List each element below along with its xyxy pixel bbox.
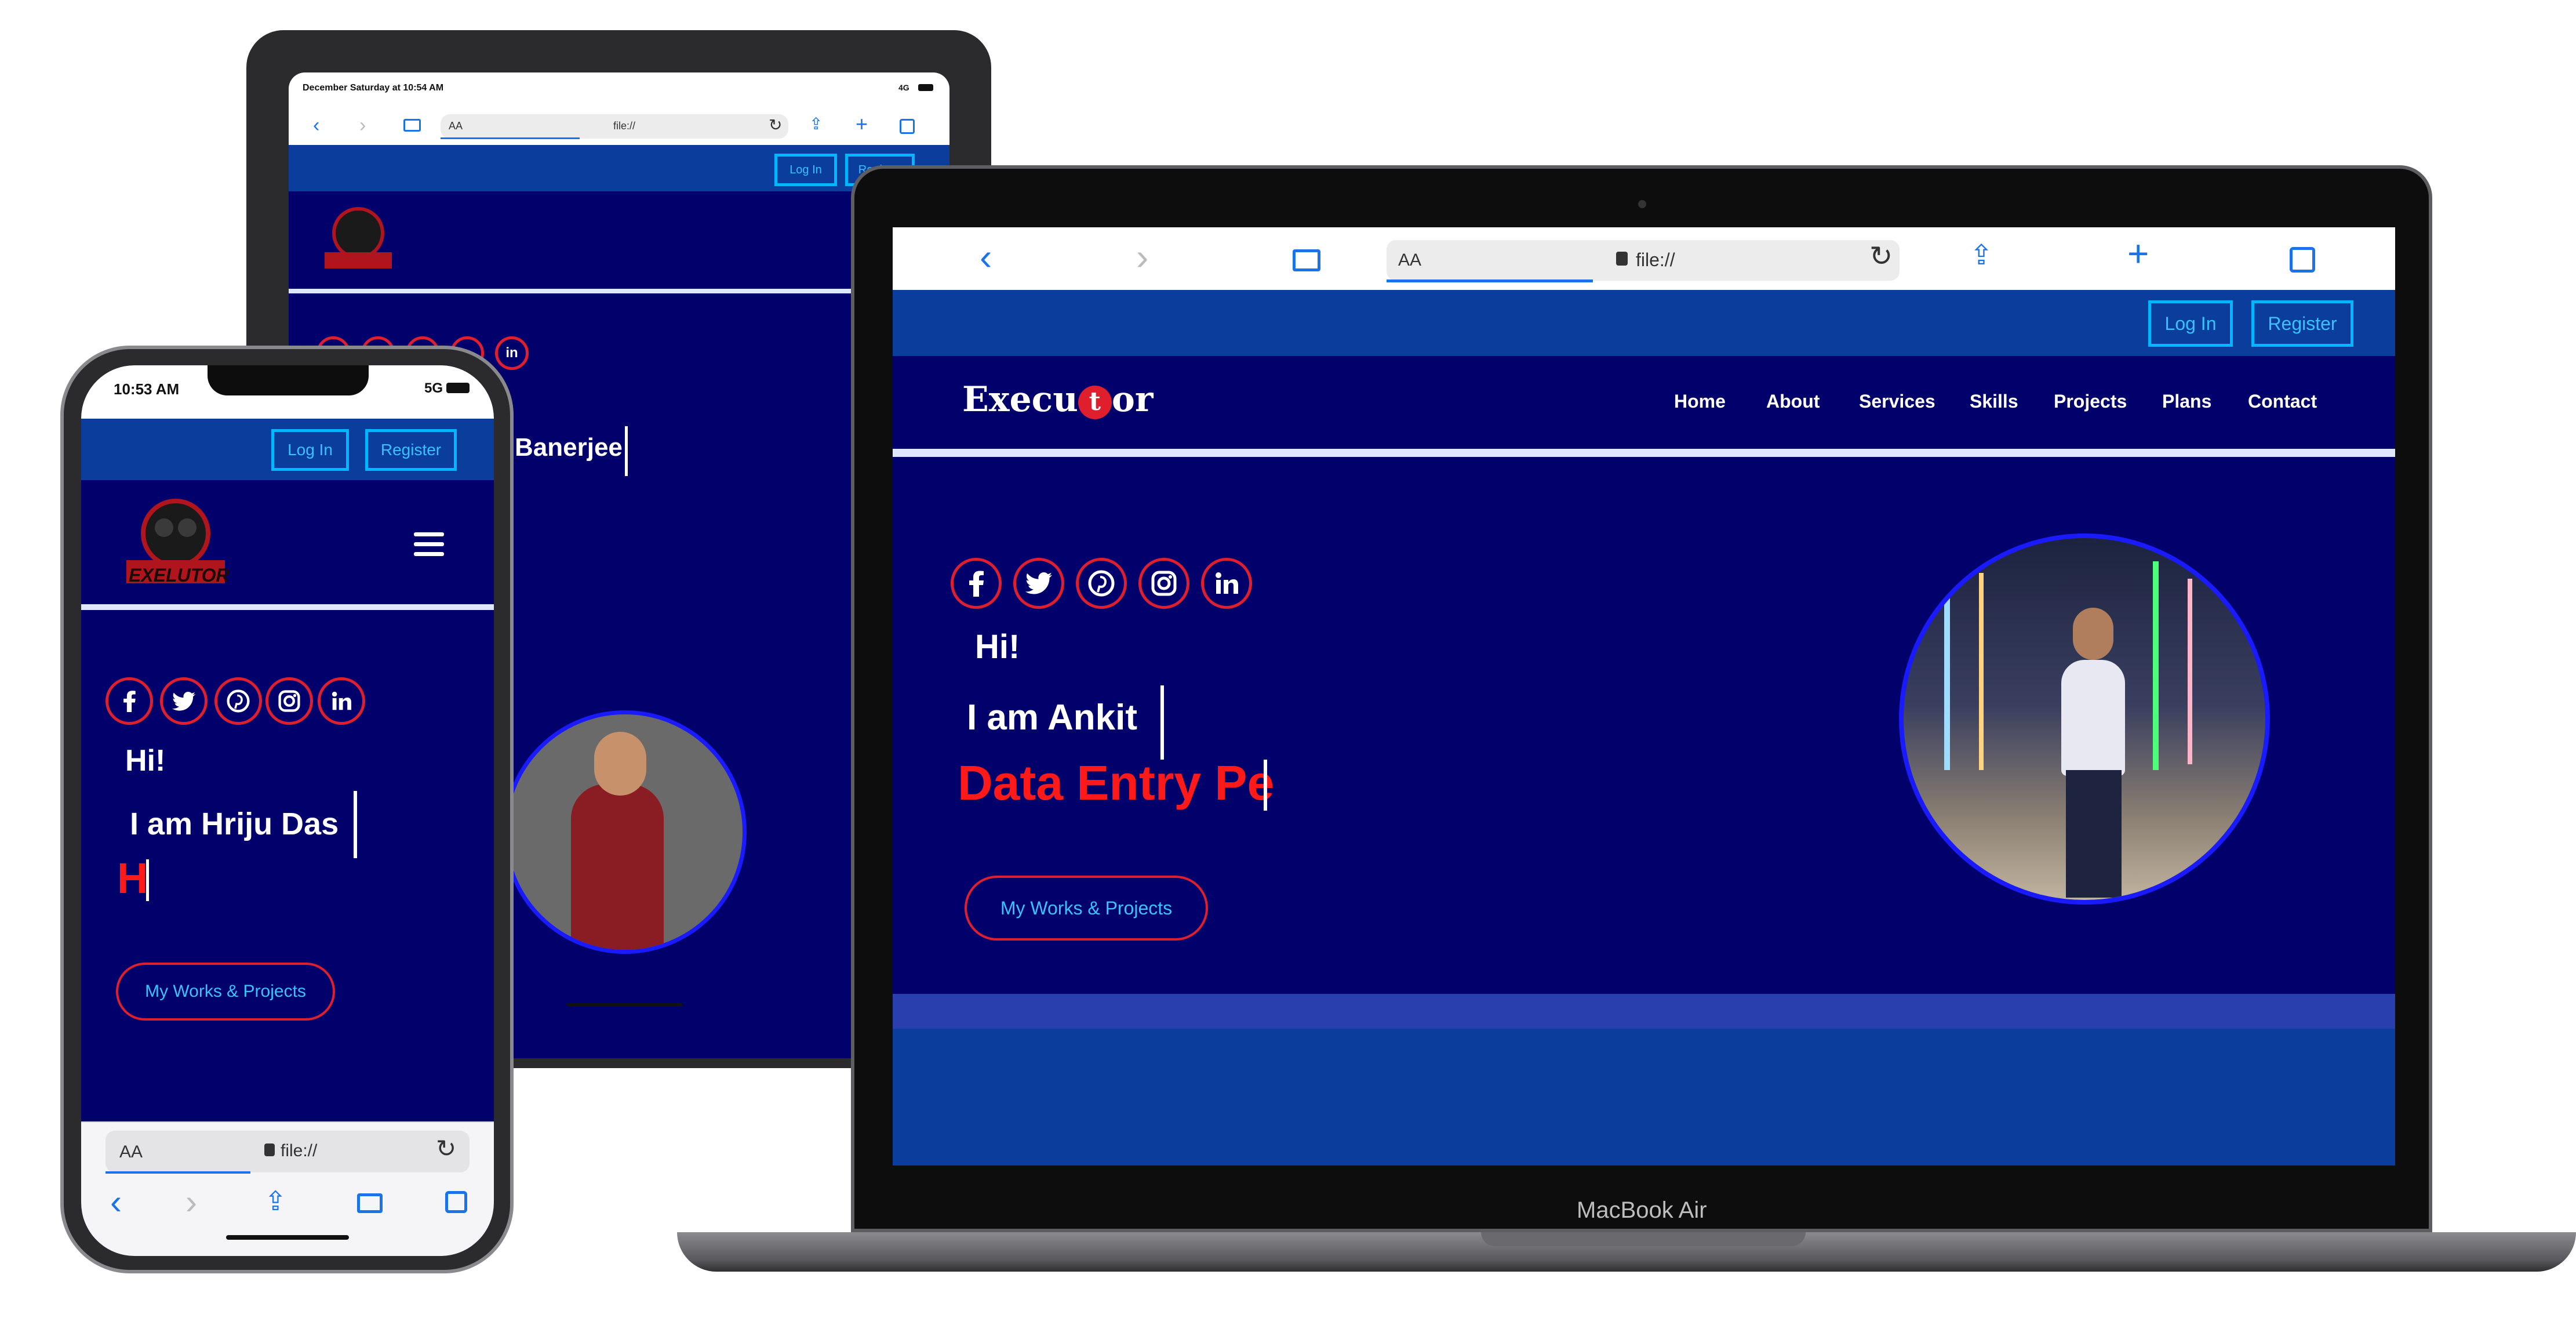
nav-services[interactable]: Services	[1859, 391, 1935, 412]
phone-works-button[interactable]: My Works & Projects	[116, 963, 335, 1021]
new-tab-icon[interactable]: +	[856, 112, 868, 136]
laptop-typing-text: Data Entry Pe	[958, 756, 1275, 810]
phone-back-icon[interactable]: ‹	[110, 1182, 122, 1222]
tabs-icon[interactable]	[900, 119, 915, 134]
laptop-lock-icon	[1616, 252, 1628, 266]
phone-reload-icon[interactable]: ↻	[436, 1134, 456, 1163]
share-icon[interactable]: ⇪	[809, 114, 823, 133]
nav-projects[interactable]: Projects	[2054, 391, 2127, 412]
phone-logo-text: EXELUTOR	[129, 565, 230, 586]
laptop-screen: ‹ › AA file:// ↻ ⇪ + Log In Register Exe…	[893, 227, 2395, 1166]
tablet-profile-photo	[503, 710, 747, 954]
laptop-brand[interactable]: Execu t or	[962, 379, 1153, 420]
laptop-pinterest-icon[interactable]	[1076, 558, 1127, 609]
laptop-profile-photo	[1899, 533, 2270, 905]
phone-screen: 10:53 AM 5G Log In Register EXELUTOR Hi!…	[81, 365, 494, 1256]
forward-icon[interactable]: ›	[359, 114, 366, 137]
phone-tabs-icon[interactable]	[445, 1191, 467, 1213]
laptop-camera	[1638, 200, 1646, 208]
laptop-url-text: file://	[1636, 249, 1675, 270]
phone-url-text: file://	[281, 1141, 318, 1160]
phone-forward-icon[interactable]: ›	[185, 1182, 197, 1222]
phone-aa[interactable]: AA	[119, 1142, 143, 1162]
brand-text-start: Execu	[962, 379, 1078, 420]
phone-lock-icon	[264, 1143, 275, 1156]
phone-instagram-icon[interactable]	[265, 677, 313, 725]
back-icon[interactable]: ‹	[313, 114, 319, 137]
laptop-instagram-icon[interactable]	[1138, 558, 1189, 609]
phone-twitter-icon[interactable]	[160, 677, 208, 725]
phone-status-time: 10:53 AM	[114, 380, 180, 398]
phone-linkedin-icon[interactable]	[318, 677, 365, 725]
laptop-linkedin-icon[interactable]	[1201, 558, 1252, 609]
phone-login-button[interactable]: Log In	[271, 429, 349, 471]
nav-skills[interactable]: Skills	[1970, 391, 2018, 412]
tablet-linkedin-icon[interactable]: in	[495, 336, 529, 370]
laptop-name: I am Ankit	[967, 698, 1137, 738]
tablet-hero-name: Banerjee	[515, 433, 623, 462]
phone-register-button[interactable]: Register	[365, 429, 457, 471]
laptop-tabs-icon[interactable]	[2290, 247, 2315, 273]
nav-home[interactable]: Home	[1674, 391, 1726, 412]
laptop-twitter-icon[interactable]	[1013, 558, 1064, 609]
nav-about[interactable]: About	[1766, 391, 1820, 412]
battery-icon	[918, 84, 933, 91]
laptop-new-tab-icon[interactable]: +	[2127, 232, 2149, 275]
phone-bookmarks-icon[interactable]	[357, 1193, 383, 1213]
tablet-aa[interactable]: AA	[449, 120, 463, 132]
laptop-forward-icon[interactable]: ›	[1136, 235, 1148, 278]
phone-name: I am Hriju Das	[130, 807, 339, 841]
tablet-login-button[interactable]: Log In	[774, 154, 837, 186]
hamburger-menu-icon[interactable]	[414, 532, 444, 557]
laptop-works-button[interactable]: My Works & Projects	[965, 876, 1208, 941]
tablet-url-text: file://	[613, 120, 636, 132]
phone-greeting: Hi!	[125, 744, 166, 778]
phone-home-indicator	[226, 1235, 349, 1240]
laptop-aa[interactable]: AA	[1398, 251, 1421, 270]
tablet-status-time: December Saturday at 10:54 AM	[303, 83, 444, 93]
nav-contact[interactable]: Contact	[2248, 391, 2317, 412]
phone-notch	[208, 365, 369, 395]
phone-share-icon[interactable]: ⇪	[264, 1185, 287, 1217]
brand-text-end: or	[1111, 379, 1154, 420]
brand-text-mid: t	[1078, 385, 1112, 419]
laptop-model-label: MacBook Air	[1577, 1197, 1707, 1223]
tablet-signal: 4G	[898, 83, 909, 92]
phone-facebook-icon[interactable]	[105, 677, 153, 725]
laptop-share-icon[interactable]: ⇪	[1970, 239, 1993, 271]
laptop-facebook-icon[interactable]	[951, 558, 1002, 609]
laptop-register-button[interactable]: Register	[2251, 300, 2353, 347]
phone-typing-text: H	[117, 854, 148, 902]
nav-plans[interactable]: Plans	[2162, 391, 2211, 412]
phone-battery-icon	[446, 383, 470, 393]
laptop-login-button[interactable]: Log In	[2148, 300, 2233, 347]
phone-signal: 5G	[424, 380, 443, 396]
laptop-bookmarks-icon[interactable]	[1293, 249, 1320, 271]
laptop-reload-icon[interactable]: ↻	[1869, 240, 1893, 273]
laptop-back-icon[interactable]: ‹	[980, 235, 992, 278]
reload-icon[interactable]: ↻	[769, 115, 782, 135]
phone-pinterest-icon[interactable]	[214, 677, 262, 725]
bookmarks-icon[interactable]	[403, 119, 421, 132]
tablet-logo-icon	[325, 207, 392, 268]
laptop-greeting: Hi!	[975, 628, 1020, 666]
